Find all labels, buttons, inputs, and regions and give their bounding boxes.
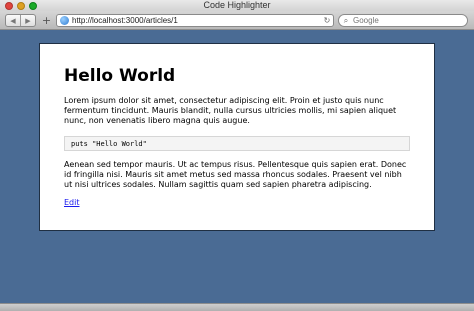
page-content: Hello World Lorem ipsum dolor sit amet, … xyxy=(0,31,474,303)
browser-window: Code Highlighter ◀ ▶ + http://localhost:… xyxy=(0,0,474,311)
article-card: Hello World Lorem ipsum dolor sit amet, … xyxy=(39,43,435,231)
search-bar[interactable]: ⌕ xyxy=(338,14,468,27)
window-title: Code Highlighter xyxy=(203,0,271,10)
back-arrow-icon[interactable]: ◀ xyxy=(6,15,20,26)
reload-icon[interactable]: ↻ xyxy=(321,16,333,25)
navigation-buttons: ◀ ▶ xyxy=(5,14,36,27)
close-window-button[interactable] xyxy=(5,2,13,10)
address-bar[interactable]: http://localhost:3000/articles/1 ↻ xyxy=(56,14,334,27)
new-tab-button[interactable]: + xyxy=(40,14,53,27)
title-bar[interactable]: Code Highlighter xyxy=(0,0,474,11)
zoom-window-button[interactable] xyxy=(29,2,37,10)
horizontal-scrollbar[interactable] xyxy=(0,303,474,311)
globe-icon xyxy=(60,16,69,25)
edit-link[interactable]: Edit xyxy=(64,198,80,207)
code-block: puts "Hello World" xyxy=(64,136,410,151)
browser-toolbar: ◀ ▶ + http://localhost:3000/articles/1 ↻… xyxy=(0,11,474,30)
search-icon[interactable]: ⌕ xyxy=(339,16,353,26)
article-paragraph-2: Aenean sed tempor mauris. Ut ac tempus r… xyxy=(64,160,407,189)
forward-arrow-icon[interactable]: ▶ xyxy=(20,15,35,26)
url-text[interactable]: http://localhost:3000/articles/1 xyxy=(72,16,321,25)
article-title: Hello World xyxy=(64,66,176,86)
search-input[interactable] xyxy=(353,16,453,25)
minimize-window-button[interactable] xyxy=(17,2,25,10)
article-paragraph-1: Lorem ipsum dolor sit amet, consectetur … xyxy=(64,96,397,125)
